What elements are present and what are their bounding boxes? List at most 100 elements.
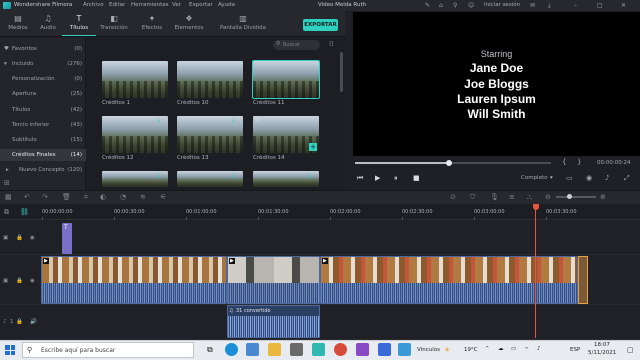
menu-archivo[interactable]: Archivo (83, 2, 104, 8)
user-icon[interactable]: ☺ (468, 2, 474, 9)
filmora-taskbar-icon[interactable] (312, 343, 325, 356)
menu-ver[interactable]: Ver (172, 2, 181, 8)
lock-icon[interactable]: 🔒 (16, 319, 23, 325)
playhead-handle[interactable] (533, 204, 539, 210)
eye-icon[interactable]: ◉ (30, 278, 35, 284)
tab-efectos[interactable]: ✦ Efectos (135, 13, 169, 36)
crop-icon[interactable]: ⌗ (84, 193, 88, 202)
thumbnail-creditos-10[interactable] (177, 61, 243, 98)
download-icon[interactable]: ⤓ (157, 116, 160, 125)
timeline-ruler[interactable]: ⧉ ⛓ 00:00:00:00 00:00:30:00 00:01:00:00 … (0, 204, 640, 220)
sidebar-item-nuevo-concepto[interactable]: ▸ Nuevo Concepto (120) (0, 164, 86, 176)
taskbar-search-input[interactable]: ⚲ Escribe aquí para buscar (22, 342, 194, 358)
sidebar-item-tercio-inferior[interactable]: Tercio inferior (43) (0, 119, 86, 131)
tab-medios[interactable]: ▤ Medios (1, 13, 35, 36)
tab-transicion[interactable]: ◧ Transición (97, 13, 131, 36)
clock-date[interactable]: 5/11/2021 (588, 350, 616, 356)
network-icon[interactable]: ⌔ (524, 346, 529, 353)
favorite-heart-icon[interactable]: ♡ (255, 117, 261, 125)
bracket-close-icon[interactable]: } (577, 158, 581, 166)
grid-scrollbar[interactable] (340, 52, 343, 92)
download-icon[interactable]: ⤓ (232, 116, 235, 125)
cart-icon[interactable]: ⚲ (453, 2, 457, 9)
tab-audio[interactable]: ♫ Audio (31, 13, 65, 36)
login-link[interactable]: Iniciar sesión (484, 2, 520, 8)
battery-icon[interactable]: ▭ (511, 346, 516, 352)
sidebar-item-creditos-finales[interactable]: Créditos Finales (14) (0, 149, 86, 161)
clock-time[interactable]: 18:07 (594, 342, 610, 348)
thumbnail-creditos-1[interactable] (102, 61, 168, 98)
sidebar-item-titulos[interactable]: Títulos (42) (0, 104, 86, 116)
download-icon[interactable]: ⤓ (308, 171, 311, 180)
speed-icon[interactable]: ◔ (120, 193, 126, 201)
maximize-icon[interactable]: □ (597, 2, 603, 9)
previous-frame-icon[interactable]: ⏮ (357, 174, 363, 183)
minimize-icon[interactable]: – (574, 2, 577, 9)
menu-herramientas[interactable]: Herramientas (131, 2, 168, 8)
download-icon[interactable]: ⤓ (548, 2, 551, 10)
sidebar-item-apertura[interactable]: Apertura (25) (0, 88, 86, 100)
quality-select[interactable]: Completo (521, 175, 548, 181)
tab-titulos[interactable]: T Títulos (62, 13, 96, 36)
sidebar-item-subtitulo[interactable]: Subtítulo (15) (0, 134, 86, 146)
preview-scrub-handle[interactable] (446, 159, 453, 166)
speaker-icon[interactable]: 🔊 (30, 319, 37, 325)
chevron-down-icon[interactable]: ▾ (550, 175, 553, 181)
add-to-timeline-icon[interactable]: + (309, 143, 317, 151)
layout-grid-icon[interactable]: ▦ (5, 193, 12, 201)
zoom-slider-handle[interactable] (567, 194, 572, 199)
undo-icon[interactable]: ↶ (24, 193, 30, 201)
mail-icon[interactable] (290, 343, 303, 356)
thumbnail-creditos-11[interactable] (252, 60, 320, 99)
download-icon[interactable]: ⤓ (157, 171, 160, 180)
color-palette-icon[interactable]: ◐ (100, 193, 106, 201)
language-indicator[interactable]: ESP (570, 347, 580, 353)
add-track-icon[interactable]: ⧉ (4, 208, 9, 217)
menu-ayuda[interactable]: Ayuda (218, 2, 235, 8)
app-icon[interactable] (398, 343, 411, 356)
grid-view-icon[interactable]: ⁞⁞ (329, 40, 333, 48)
word-icon[interactable] (378, 343, 391, 356)
bracket-open-icon[interactable]: { (562, 158, 566, 166)
zoom-out-icon[interactable]: ⊖ (545, 193, 551, 201)
shield-icon[interactable]: ⛉ (470, 193, 475, 202)
export-button[interactable]: EXPORTAR (303, 19, 338, 31)
file-explorer-icon[interactable] (268, 343, 281, 356)
close-icon[interactable]: ✕ (621, 2, 626, 9)
video-clip[interactable]: ▶ (227, 256, 320, 304)
microphone-icon[interactable]: 🎙 (490, 193, 499, 201)
chrome-icon[interactable] (334, 343, 347, 356)
email-icon[interactable]: ✉ (530, 2, 535, 9)
download-icon[interactable]: ⤓ (232, 171, 235, 180)
lightbulb-icon[interactable]: ✎ (425, 2, 430, 9)
sidebar-item-incluido[interactable]: ▾ Incluido (276) (0, 58, 86, 70)
snapshot-camera-icon[interactable]: ◉ (586, 174, 592, 182)
link-icon[interactable]: ⛓ (20, 208, 29, 216)
title-clip[interactable]: T (62, 223, 72, 254)
gift-icon[interactable]: ⌂ (439, 2, 443, 9)
zoom-in-icon[interactable]: ⊕ (600, 193, 606, 201)
selected-clip-end[interactable] (578, 256, 588, 304)
lock-icon[interactable]: 🔒 (16, 278, 23, 284)
tab-pantalla-dividida[interactable]: ▥ Pantalla Dividida (214, 13, 272, 36)
volume-icon[interactable]: ♪ (537, 346, 541, 352)
lock-icon[interactable]: 🔒 (16, 235, 23, 241)
audio-clip[interactable]: ♫ 31 convertido (227, 305, 320, 338)
play-icon[interactable]: ▶ (375, 174, 380, 182)
video-clip[interactable]: ▶ (320, 256, 578, 304)
zoom-slider-track[interactable] (556, 196, 596, 198)
stop-icon[interactable]: ■ (413, 174, 420, 182)
volume-icon[interactable]: ♪ (605, 174, 609, 182)
weather-temperature[interactable]: 19°C (464, 347, 478, 353)
edge-icon[interactable] (225, 343, 238, 356)
pause-icon[interactable]: ⏸ (394, 174, 398, 183)
playhead-line[interactable] (535, 208, 536, 338)
voiceover-icon[interactable]: ≡ (509, 193, 515, 201)
task-view-icon[interactable]: ⧉ (207, 345, 213, 355)
display-icon[interactable]: ▭ (566, 174, 573, 182)
delete-icon[interactable]: 🗑 (62, 193, 71, 201)
tray-links[interactable]: Vínculos (417, 347, 440, 353)
video-clip[interactable]: ▶ (41, 256, 227, 304)
store-icon[interactable] (246, 343, 259, 356)
audio-mixer-icon[interactable]: ≋ (140, 193, 146, 201)
